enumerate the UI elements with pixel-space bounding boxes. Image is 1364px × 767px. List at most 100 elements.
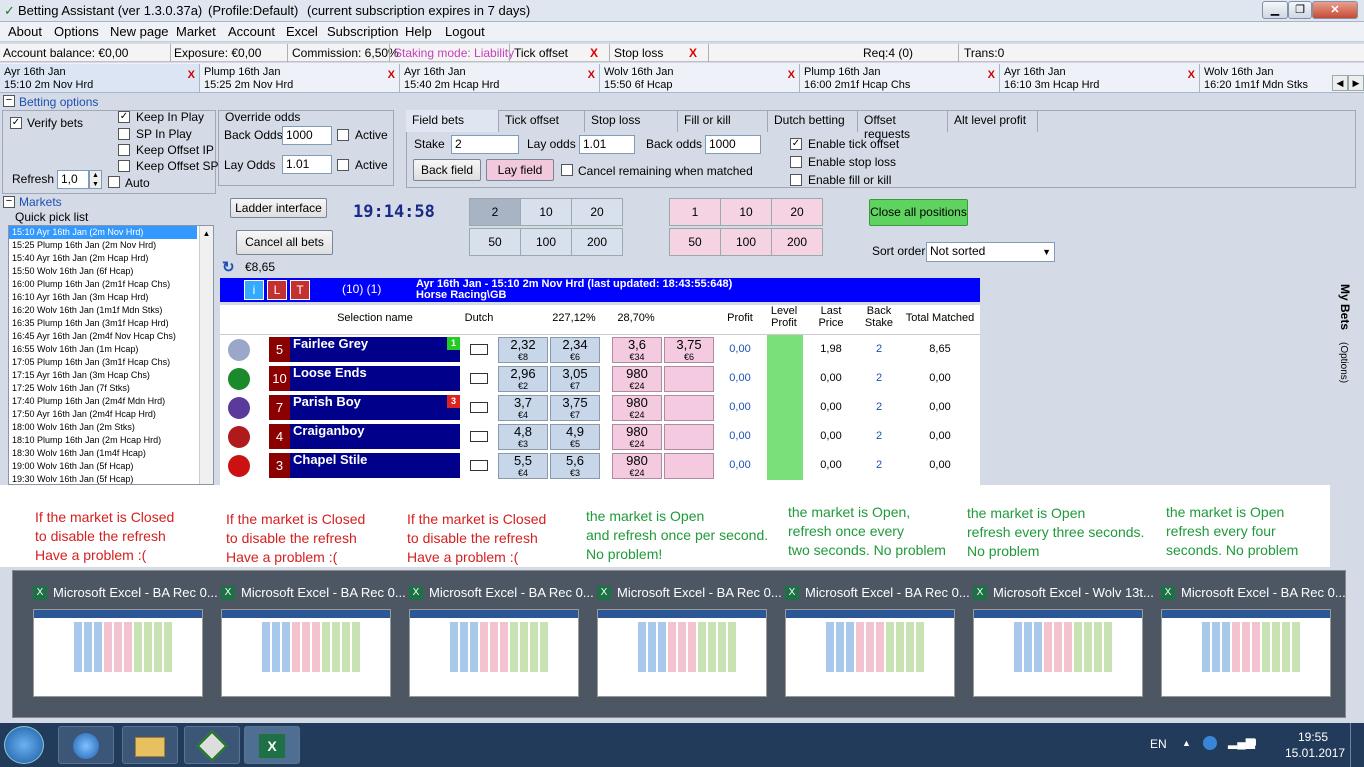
sort-order-select[interactable]: Not sorted ▼: [926, 242, 1055, 262]
list-item[interactable]: 16:55 Wolv 16th Jan (1m Hcap): [9, 343, 197, 356]
list-item[interactable]: 19:00 Wolv 16th Jan (5f Hcap): [9, 460, 197, 473]
best-lay-odds-cell[interactable]: 3,6 €34: [612, 337, 662, 363]
close-tab-icon[interactable]: X: [188, 69, 195, 82]
quick-lay-stake-200[interactable]: 200: [771, 228, 823, 256]
lay-odds-cell[interactable]: [664, 453, 714, 479]
volume-icon[interactable]: 🔈︎: [1252, 734, 1260, 750]
back-odds-cell[interactable]: 2,96 €2: [498, 366, 548, 392]
best-back-odds-cell[interactable]: 4,9 €5: [550, 424, 600, 450]
l-button[interactable]: L: [267, 280, 287, 300]
close-tab-icon[interactable]: X: [588, 69, 595, 82]
enable-tick-offset-checkbox[interactable]: ✓: [790, 138, 802, 150]
cancel-all-bets-button[interactable]: Cancel all bets: [236, 230, 333, 255]
folder-icon[interactable]: [122, 726, 178, 764]
field-lay-odds-input[interactable]: 1.01: [579, 135, 635, 154]
excel-window-preview[interactable]: X Microsoft Excel - BA Rec 0...: [593, 581, 782, 705]
close-tab-icon[interactable]: X: [1188, 69, 1195, 82]
enable-fill-or-kill-checkbox[interactable]: [790, 174, 802, 186]
list-item[interactable]: 15:10 Ayr 16th Jan (2m Nov Hrd): [9, 226, 197, 239]
refresh-input[interactable]: 1,0: [57, 170, 89, 189]
list-item[interactable]: 16:00 Plump 16th Jan (2m1f Hcap Chs): [9, 278, 197, 291]
keep-offset-ip-checkbox[interactable]: [118, 144, 130, 156]
list-item[interactable]: 18:30 Wolv 16th Jan (1m4f Hcap): [9, 447, 197, 460]
list-item[interactable]: 15:50 Wolv 16th Jan (6f Hcap): [9, 265, 197, 278]
list-item[interactable]: 16:35 Plump 16th Jan (3m1f Hcap Hrd): [9, 317, 197, 330]
list-item[interactable]: 17:05 Plump 16th Jan (3m1f Hcap Chs): [9, 356, 197, 369]
lay-odds-cell[interactable]: [664, 366, 714, 392]
back-stake-value[interactable]: 2: [858, 430, 900, 442]
quick-back-stake-10[interactable]: 10: [520, 198, 572, 226]
dutch-checkbox[interactable]: [470, 344, 488, 355]
refresh-spinner-icon[interactable]: ▲ ▼: [89, 170, 102, 189]
market-list-scrollbar[interactable]: ▲: [199, 226, 213, 484]
staking-mode[interactable]: Staking mode: Liability: [394, 46, 514, 60]
tab-tick-offset[interactable]: Tick offset: [499, 110, 585, 132]
market-tab[interactable]: Ayr 16th Jan 16:10 3m Hcap Hrd X: [1000, 64, 1200, 92]
back-odds-active-checkbox[interactable]: [337, 129, 349, 141]
start-button[interactable]: [4, 726, 44, 764]
back-stake-value[interactable]: 2: [858, 343, 900, 355]
market-tab[interactable]: Plump 16th Jan 16:00 2m1f Hcap Chs X: [800, 64, 1000, 92]
tab-stop-loss[interactable]: Stop loss: [585, 110, 678, 132]
best-lay-odds-cell[interactable]: 980 €24: [612, 453, 662, 479]
quick-back-stake-50[interactable]: 50: [469, 228, 521, 256]
tabs-scroll-left-icon[interactable]: ◀: [1332, 75, 1348, 91]
list-item[interactable]: 17:40 Plump 16th Jan (2m4f Mdn Hrd): [9, 395, 197, 408]
dutch-checkbox[interactable]: [470, 402, 488, 413]
best-back-odds-cell[interactable]: 2,34 €6: [550, 337, 600, 363]
lay-odds-cell[interactable]: [664, 424, 714, 450]
list-item[interactable]: 17:50 Ayr 16th Jan (2m4f Hcap Hrd): [9, 408, 197, 421]
menu-market[interactable]: Market: [176, 24, 216, 39]
back-odds-cell[interactable]: 4,8 €3: [498, 424, 548, 450]
back-odds-cell[interactable]: 3,7 €4: [498, 395, 548, 421]
info-button[interactable]: i: [244, 280, 264, 300]
best-back-odds-cell[interactable]: 3,75 €7: [550, 395, 600, 421]
close-all-positions-button[interactable]: Close all positions: [869, 199, 968, 226]
runner-name[interactable]: Loose Ends: [290, 366, 460, 391]
back-field-button[interactable]: Back field: [413, 159, 481, 181]
sp-in-play-checkbox[interactable]: [118, 128, 130, 140]
quick-lay-stake-20[interactable]: 20: [771, 198, 823, 226]
field-back-odds-input[interactable]: 1000: [705, 135, 761, 154]
lay-odds-cell[interactable]: 3,75 €6: [664, 337, 714, 363]
betting-assistant-icon[interactable]: [184, 726, 240, 764]
enable-stop-loss-checkbox[interactable]: [790, 156, 802, 168]
list-item[interactable]: 15:40 Ayr 16th Jan (2m Hcap Hrd): [9, 252, 197, 265]
close-tab-icon[interactable]: X: [988, 69, 995, 82]
menu-new-page[interactable]: New page: [110, 24, 169, 39]
list-item[interactable]: 19:30 Wolv 16th Jan (5f Hcap): [9, 473, 197, 484]
excel-window-preview[interactable]: X Microsoft Excel - BA Rec 0...: [405, 581, 594, 705]
list-item[interactable]: 18:10 Plump 16th Jan (2m Hcap Hrd): [9, 434, 197, 447]
market-tab[interactable]: Wolv 16th Jan 16:20 1m1f Mdn Stks: [1200, 64, 1330, 92]
menu-subscription[interactable]: Subscription: [327, 24, 399, 39]
menu-about[interactable]: About: [8, 24, 42, 39]
menu-account[interactable]: Account: [228, 24, 275, 39]
minimize-button[interactable]: ▁: [1262, 1, 1288, 19]
network-globe-icon[interactable]: [1203, 736, 1217, 750]
lay-odds-active-checkbox[interactable]: [337, 159, 349, 171]
list-item[interactable]: 15:25 Plump 16th Jan (2m Nov Hrd): [9, 239, 197, 252]
override-back-odds-input[interactable]: 1000: [282, 126, 332, 145]
dutch-checkbox[interactable]: [470, 460, 488, 471]
back-odds-cell[interactable]: 5,5 €4: [498, 453, 548, 479]
tabs-scroll-right-icon[interactable]: ▶: [1348, 75, 1364, 91]
close-window-button[interactable]: ✕: [1312, 1, 1358, 19]
best-lay-odds-cell[interactable]: 980 €24: [612, 424, 662, 450]
market-tab[interactable]: Ayr 16th Jan 15:10 2m Nov Hrd X: [0, 64, 200, 92]
collapse-betting-options-icon[interactable]: −: [3, 95, 15, 107]
quick-back-stake-100[interactable]: 100: [520, 228, 572, 256]
dutch-checkbox[interactable]: [470, 373, 488, 384]
excel-window-preview[interactable]: X Microsoft Excel - Wolv 13t...: [969, 581, 1154, 705]
back-stake-value[interactable]: 2: [858, 372, 900, 384]
stake-input[interactable]: 2: [451, 135, 519, 154]
runner-name[interactable]: Chapel Stile: [290, 453, 460, 478]
quick-back-stake-20[interactable]: 20: [571, 198, 623, 226]
runner-name[interactable]: Fairlee Grey 1: [290, 337, 460, 362]
collapse-markets-icon[interactable]: −: [3, 196, 15, 208]
lay-odds-cell[interactable]: [664, 395, 714, 421]
list-item[interactable]: 18:00 Wolv 16th Jan (2m Stks): [9, 421, 197, 434]
tab-dutch-betting[interactable]: Dutch betting: [768, 110, 858, 132]
show-desktop-button[interactable]: [1350, 723, 1364, 767]
my-bets-side-tab[interactable]: My Bets (Options): [1338, 280, 1358, 410]
back-odds-cell[interactable]: 2,32 €8: [498, 337, 548, 363]
